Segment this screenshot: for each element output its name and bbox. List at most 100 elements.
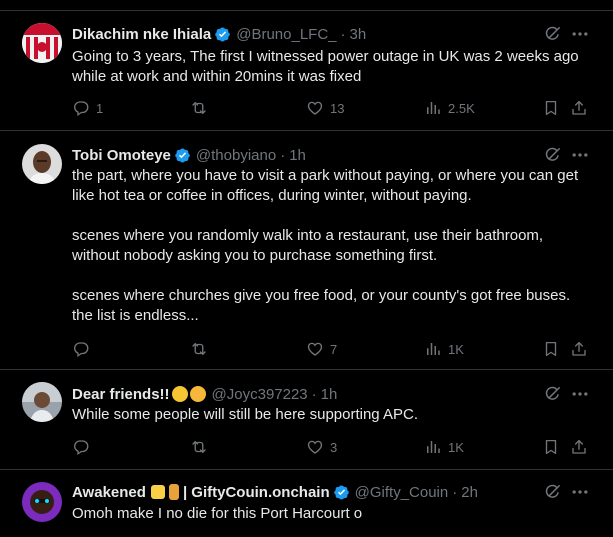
tweet-paragraph: Omoh make I no die for this Port Harcour… <box>72 505 363 522</box>
avatar[interactable] <box>22 144 62 184</box>
tweet-text: Omoh make I no die for this Port Harcour… <box>72 504 589 524</box>
reply-count: 1 <box>96 100 104 116</box>
view-count: 2.5K <box>448 100 475 116</box>
retweet-button[interactable] <box>190 98 214 118</box>
display-name-suffix[interactable]: | GiftyCouin.onchain <box>183 484 330 501</box>
display-name[interactable]: Awakened <box>72 484 146 501</box>
reply-button[interactable] <box>72 437 96 457</box>
handle[interactable]: @Bruno_LFC_ <box>236 26 336 43</box>
tweet-header: Dear friends!! @Joyc397223 · 1h <box>72 384 533 404</box>
money-face-emoji-icon <box>171 386 188 402</box>
handle[interactable]: @Joyc397223 <box>212 386 308 403</box>
views-button[interactable]: 1K <box>424 339 464 359</box>
verified-badge-icon <box>174 147 191 164</box>
action-bar: 3 1K <box>72 437 592 457</box>
bookmark-icon <box>542 340 560 358</box>
bookmark-button[interactable] <box>542 98 566 118</box>
retweet-icon <box>190 340 208 358</box>
separator: · <box>340 25 346 43</box>
more-icon[interactable] <box>569 24 591 44</box>
views-button[interactable]: 1K <box>424 437 464 457</box>
views-icon <box>424 99 442 117</box>
more-icon[interactable] <box>569 384 591 404</box>
separator: · <box>311 385 317 403</box>
tweet[interactable]: Awakened | GiftyCouin.onchain @Gifty_Cou… <box>0 470 613 537</box>
share-button[interactable] <box>570 98 594 118</box>
retweet-icon <box>190 438 208 456</box>
views-button[interactable]: 2.5K <box>424 98 475 118</box>
bookmark-button[interactable] <box>542 339 566 359</box>
view-count: 1K <box>448 341 464 357</box>
like-count: 3 <box>330 439 338 455</box>
tweet[interactable]: Dikachim nke Ihiala @Bruno_LFC_ · 3h Goi… <box>0 11 613 131</box>
handle[interactable]: @thobyiano <box>196 147 276 164</box>
retweet-button[interactable] <box>190 339 214 359</box>
like-button[interactable]: 3 <box>306 437 337 457</box>
tweet-paragraph: While some people will still be here sup… <box>72 406 419 423</box>
tweet[interactable]: Tobi Omoteye @thobyiano · 1h the part, w… <box>0 131 613 370</box>
tweet-text: the part, where you have to visit a park… <box>72 166 589 326</box>
sparkles-emoji-icon <box>150 485 165 499</box>
views-icon <box>424 340 442 358</box>
avatar[interactable] <box>22 382 62 422</box>
grok-icon[interactable] <box>543 384 563 404</box>
tweet-header: Tobi Omoteye @thobyiano · 1h <box>72 145 533 165</box>
tweet[interactable]: Dear friends!! @Joyc397223 · 1h While so… <box>0 370 613 470</box>
reply-icon <box>72 340 90 358</box>
tweet-paragraph: the part, where you have to visit a park… <box>72 167 579 204</box>
share-button[interactable] <box>570 437 594 457</box>
retweet-button[interactable] <box>190 437 214 457</box>
avatar[interactable] <box>22 23 62 63</box>
verified-badge-icon <box>333 484 350 501</box>
like-icon <box>306 340 324 358</box>
bookmark-button[interactable] <box>542 437 566 457</box>
tweet-header: Awakened | GiftyCouin.onchain @Gifty_Cou… <box>72 482 533 502</box>
tweet-paragraph: scenes where churches give you free food… <box>72 287 571 324</box>
tweet-text: While some people will still be here sup… <box>72 405 589 425</box>
grok-icon[interactable] <box>543 24 563 44</box>
more-icon[interactable] <box>569 482 591 502</box>
action-bar: 1 13 2.5K <box>72 98 592 118</box>
reply-icon <box>72 99 90 117</box>
display-name[interactable]: Tobi Omoteye <box>72 147 171 164</box>
bookmark-icon <box>542 99 560 117</box>
timestamp[interactable]: 3h <box>350 26 367 43</box>
separator: · <box>280 146 286 164</box>
like-button[interactable]: 7 <box>306 339 337 359</box>
like-button[interactable]: 13 <box>306 98 344 118</box>
action-bar: 7 1K <box>72 339 592 359</box>
handle[interactable]: @Gifty_Couin <box>355 484 449 501</box>
tweet-header: Dikachim nke Ihiala @Bruno_LFC_ · 3h <box>72 24 533 44</box>
bookmark-icon <box>542 438 560 456</box>
reply-button[interactable] <box>72 339 96 359</box>
more-icon[interactable] <box>569 145 591 165</box>
timestamp[interactable]: 1h <box>289 147 306 164</box>
smiling-face-emoji-icon <box>189 386 206 402</box>
tweet-text: Going to 3 years, The first I witnessed … <box>72 47 589 87</box>
reply-icon <box>72 438 90 456</box>
timestamp[interactable]: 1h <box>321 386 338 403</box>
views-icon <box>424 438 442 456</box>
display-name[interactable]: Dikachim nke Ihiala <box>72 26 211 43</box>
retweet-icon <box>190 99 208 117</box>
like-icon <box>306 438 324 456</box>
share-button[interactable] <box>570 339 594 359</box>
display-name[interactable]: Dear friends!! <box>72 386 170 403</box>
like-count: 7 <box>330 341 338 357</box>
separator: · <box>452 483 458 501</box>
tweet-paragraph: Going to 3 years, The first I witnessed … <box>72 48 579 85</box>
share-icon <box>570 438 588 456</box>
grok-icon[interactable] <box>543 145 563 165</box>
avatar[interactable] <box>22 482 62 522</box>
reply-button[interactable]: 1 <box>72 98 103 118</box>
tweet-paragraph: scenes where you randomly walk into a re… <box>72 227 544 264</box>
verified-badge-icon <box>214 26 231 43</box>
share-icon <box>570 99 588 117</box>
timestamp[interactable]: 2h <box>461 484 478 501</box>
medal-emoji-icon <box>168 484 179 500</box>
like-icon <box>306 99 324 117</box>
like-count: 13 <box>330 100 345 116</box>
grok-icon[interactable] <box>543 482 563 502</box>
view-count: 1K <box>448 439 464 455</box>
share-icon <box>570 340 588 358</box>
